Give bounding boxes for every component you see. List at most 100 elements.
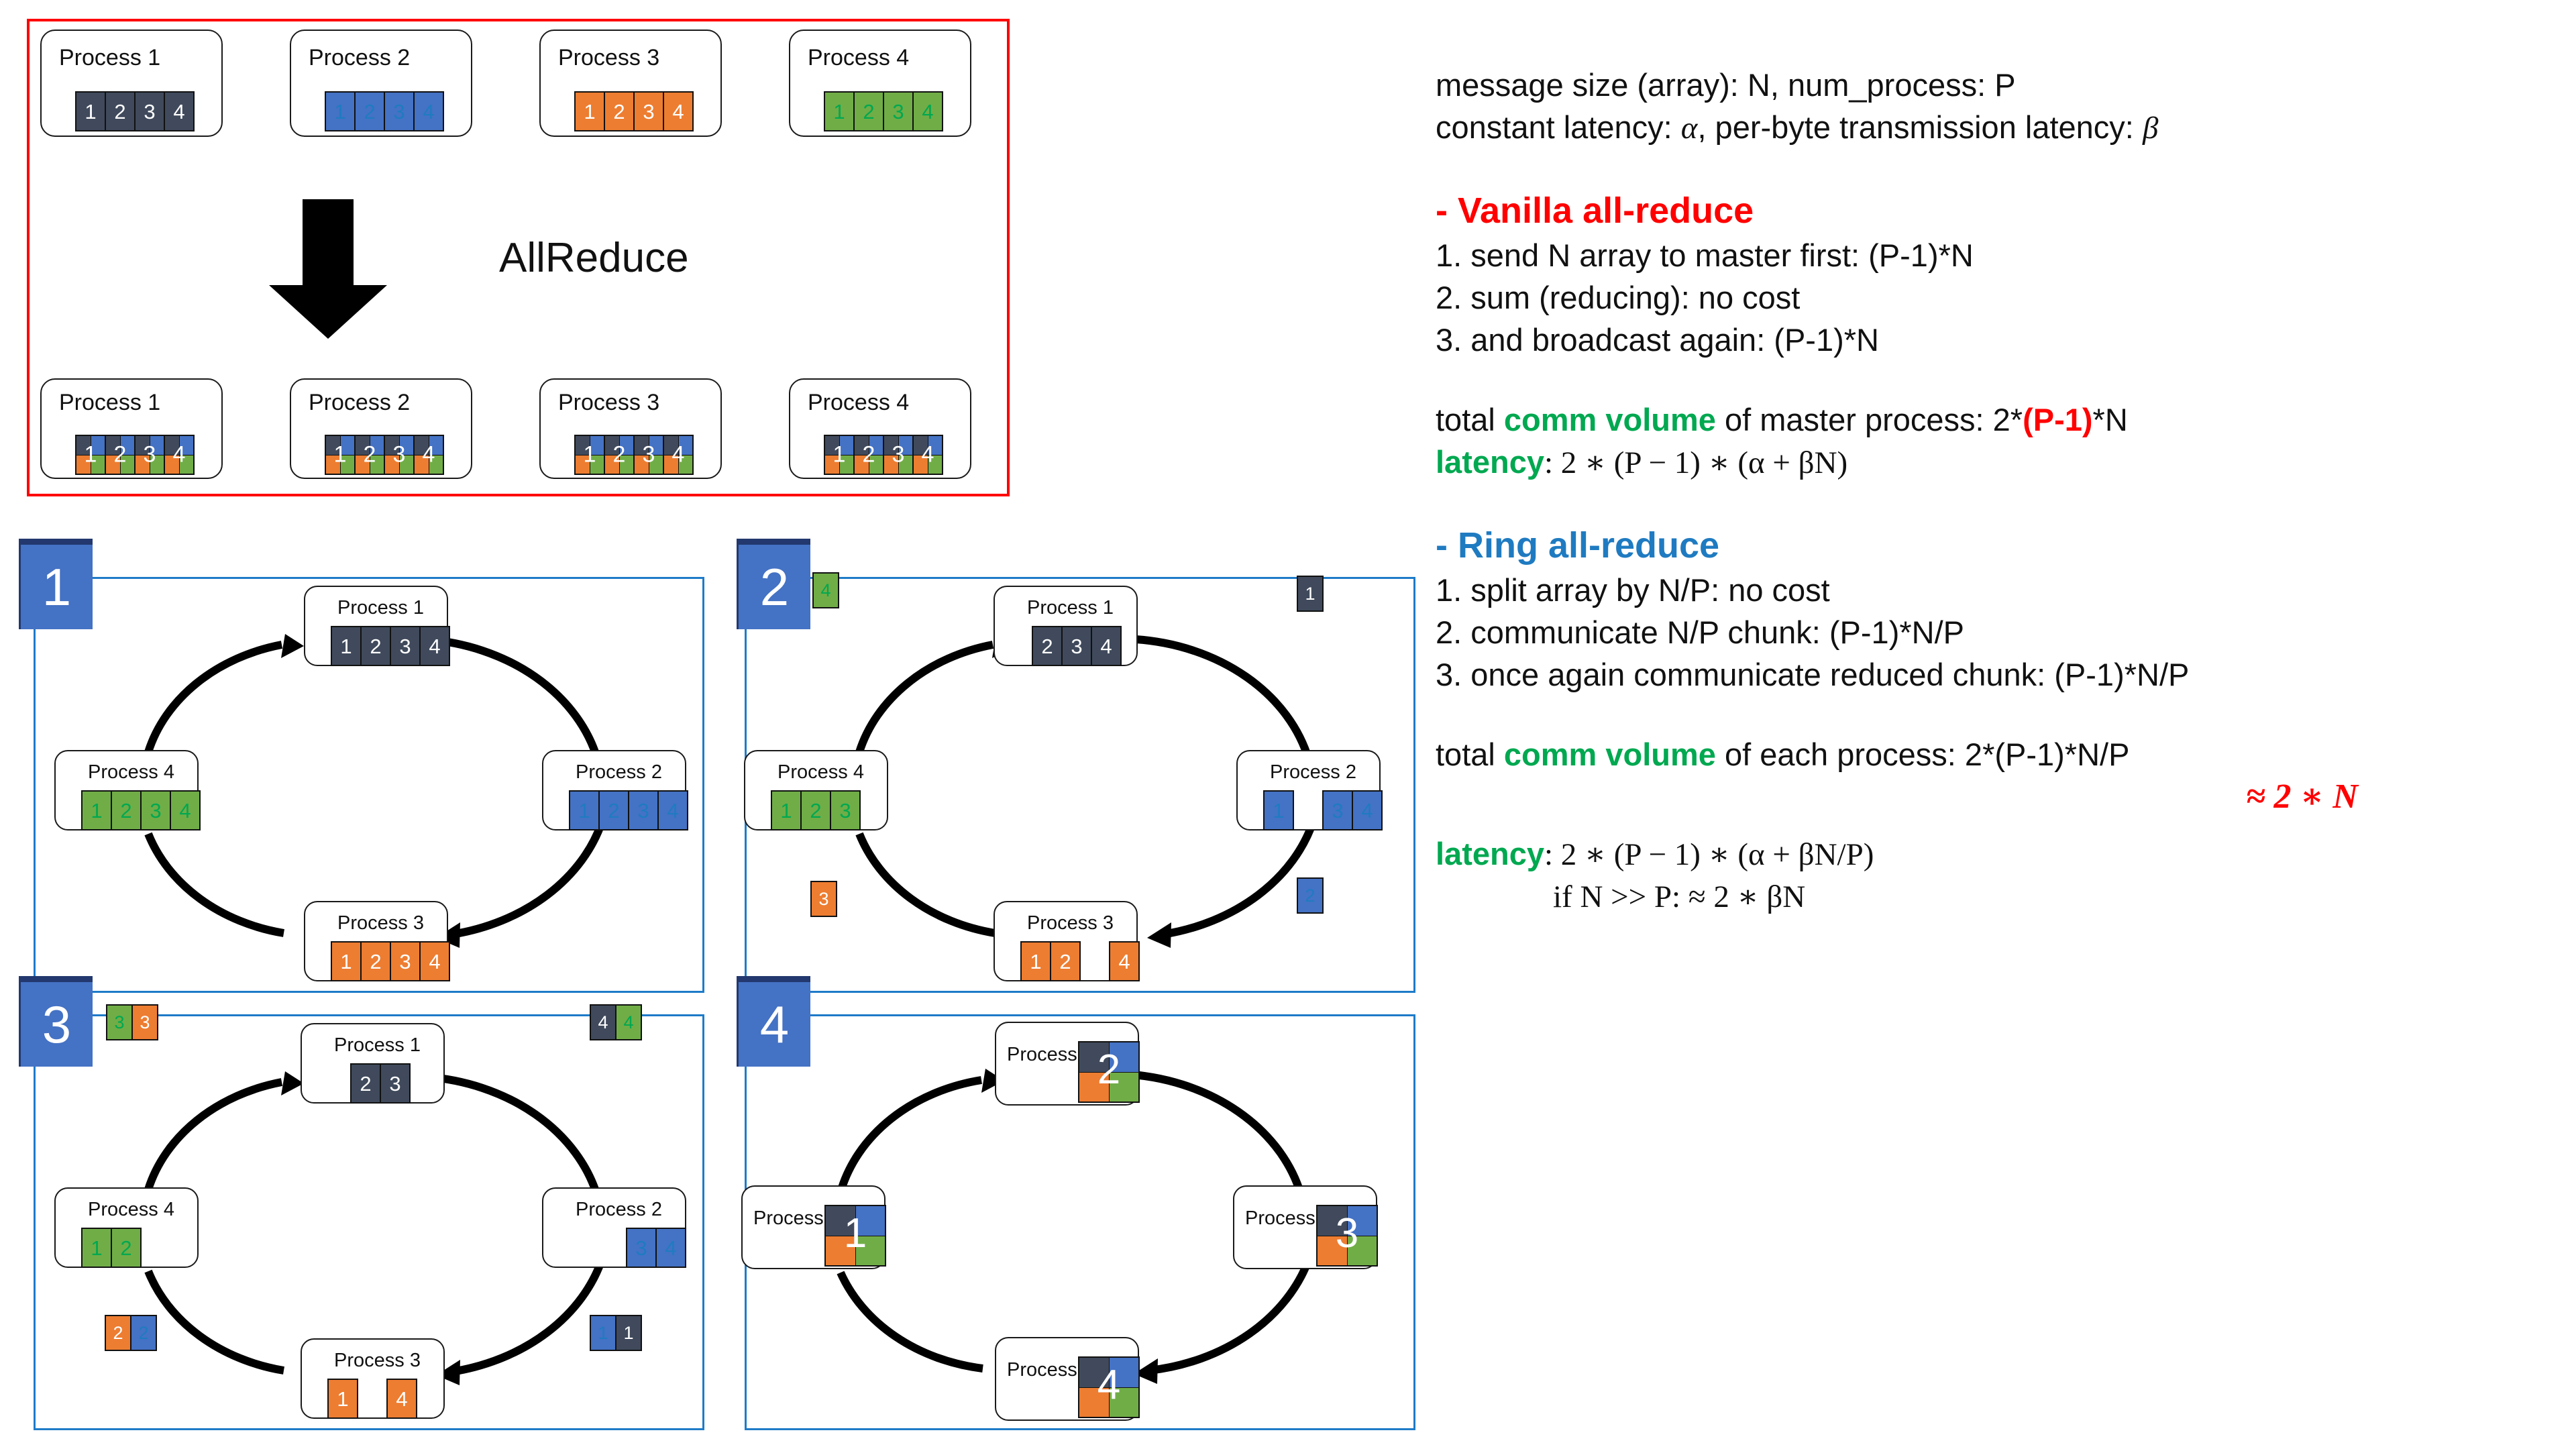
- volume-prefix: total: [1436, 737, 1504, 772]
- process-box-1: Process 1 2 3 4: [994, 586, 1138, 666]
- chunk-cell: 3: [810, 881, 837, 917]
- process-card: Process 4 1 2 3 4: [789, 378, 971, 479]
- chunk-cell: 1: [331, 626, 362, 666]
- in-flight-chunk-bottom-right: 2: [1297, 877, 1324, 914]
- volume-prefix: total: [1436, 402, 1504, 437]
- process-title: Process 2: [576, 761, 662, 783]
- chunk-cell: 1: [1263, 790, 1294, 830]
- process-box-3: Process 3 1 4: [301, 1338, 445, 1419]
- reduced-chunk-cell: 2: [853, 435, 884, 475]
- chunk-index: 2: [363, 441, 376, 468]
- reduced-chunk-cell: 3: [384, 435, 415, 475]
- chunk-cell: 4: [1091, 626, 1122, 666]
- chunk-index: 2: [862, 441, 875, 468]
- chunk-index: 1: [833, 441, 846, 468]
- chunk-cell: 3: [384, 91, 415, 131]
- chunk-cell: 2: [111, 790, 142, 830]
- chunk-cell: 3: [830, 790, 861, 830]
- ring-step-3: 3. once again communicate reduced chunk:…: [1436, 657, 2190, 692]
- process-title: Process 3: [337, 912, 424, 934]
- chunk-cell: 3: [1061, 626, 1092, 666]
- chunk-cell: 1: [569, 790, 600, 830]
- process-card: Process 2 1 2 3 4: [290, 30, 472, 137]
- process-title: Process 4: [808, 390, 910, 415]
- process-box-2: Process 2 1 2 3 4: [542, 750, 688, 830]
- chunk-cell: 1: [1020, 941, 1051, 981]
- reduced-chunk-cell: 2: [105, 435, 136, 475]
- process-card: Process 2 1 2 3 4: [290, 378, 472, 479]
- chunk-cell: 4: [655, 1228, 686, 1268]
- chunk-cell: 3: [633, 91, 664, 131]
- reduced-chunk-cell: 1: [824, 435, 855, 475]
- allreduce-diagram-frame: Process 1 1 2 3 4 Process 2 1 2 3 4 Proc…: [27, 19, 1010, 496]
- chunk-array: 3 4: [626, 1228, 686, 1268]
- ring-step-2: 2. communicate N/P chunk: (P-1)*N/P: [1436, 614, 1964, 650]
- chunk-cell: 3: [106, 1004, 133, 1040]
- reduced-block: 3: [1316, 1205, 1378, 1267]
- process-title: Process 1: [1027, 597, 1114, 619]
- reduced-block: 4: [1078, 1356, 1140, 1418]
- reduced-chunk-cell: 3: [883, 435, 914, 475]
- chunk-index: 3: [1335, 1210, 1359, 1256]
- chunk-array: 1 2 4: [1020, 941, 1140, 981]
- vanilla-step-1: 1. send N array to master first: (P-1)*N: [1436, 237, 1974, 273]
- chunk-cell: 4: [413, 91, 444, 131]
- process-box-4: Process 4 1 2 3: [744, 750, 888, 830]
- vanilla-heading: - Vanilla all-reduce: [1436, 191, 1754, 231]
- chunk-cell-empty: [1079, 941, 1110, 981]
- chunk-cell: 4: [663, 91, 694, 131]
- process-box-1: Process 1 2 3: [301, 1023, 445, 1104]
- chunk-cell: 4: [419, 626, 450, 666]
- chunk-cell: 1: [574, 91, 605, 131]
- in-flight-chunk-top-left: 3 3: [106, 1004, 158, 1040]
- chunk-cell: 2: [1032, 626, 1063, 666]
- chunk-index: 4: [172, 441, 186, 468]
- process-title: Process 3: [1027, 912, 1114, 934]
- beta-symbol: β: [2142, 111, 2159, 146]
- chunk-cell: 4: [912, 91, 943, 131]
- process-card: Process 1 1 2 3 4: [40, 30, 223, 137]
- process-title: Process 3: [334, 1350, 421, 1371]
- process-box-4: Process 4 1 2: [54, 1187, 199, 1268]
- chunk-index: 3: [892, 441, 905, 468]
- chunk-cell: 3: [380, 1063, 411, 1104]
- process-box-2: Process 2 3 4: [542, 1187, 686, 1268]
- reduced-chunk-cell: 3: [633, 435, 664, 475]
- chunk-index: 3: [392, 441, 406, 468]
- chunk-cell: 2: [1297, 877, 1324, 914]
- chunk-array: 1 3 4: [1263, 790, 1383, 830]
- ring-panel-4: Process 1 2 Process 2 3 Process 3 4 Proc…: [741, 1014, 1415, 1430]
- panel-badge-2: 2: [737, 539, 810, 629]
- alpha-symbol: α: [1680, 111, 1698, 146]
- in-flight-chunk-bottom-left: 2 2: [105, 1315, 157, 1351]
- volume-red-term: (P-1): [2023, 402, 2093, 437]
- latency-label: latency: [1436, 836, 1544, 871]
- chunk-index: 4: [422, 441, 435, 468]
- chunk-cell: 2: [130, 1315, 157, 1351]
- reduced-chunk-cell: 3: [134, 435, 165, 475]
- process-title: Process 2: [1270, 761, 1356, 783]
- chunk-array: 1 4: [327, 1379, 417, 1419]
- chunk-cell: 4: [419, 941, 450, 981]
- latency-formula: : 2 ∗ (P − 1) ∗ (α + βN/P): [1544, 837, 1874, 872]
- chunk-cell: 2: [360, 626, 391, 666]
- chunk-cell: 3: [390, 941, 421, 981]
- chunk-cell: 2: [111, 1228, 142, 1268]
- defs-prefix: constant latency:: [1436, 109, 1681, 145]
- process-title: Process 3: [558, 45, 660, 70]
- reduced-chunk-cell: 4: [164, 435, 195, 475]
- in-flight-chunk-top-left: 4: [812, 572, 839, 608]
- process-box-2: Process 2 1 3 4: [1236, 750, 1383, 830]
- definition-line-1: message size (array): N, num_process: P: [1436, 67, 2016, 103]
- process-box-1: Process 1 1 2 3 4: [304, 586, 450, 666]
- chunk-index: 2: [113, 441, 127, 468]
- chunk-array: 1 2 3 4: [331, 941, 450, 981]
- chunk-cell: 2: [604, 91, 635, 131]
- ring-panel-1: Process 1 1 2 3 4 Process 2 1 2 3 4 Proc…: [34, 577, 704, 993]
- ring-latency: latency: 2 ∗ (P − 1) ∗ (α + βN/P): [1436, 833, 2549, 876]
- reduced-chunk-array: 1 2 3 4: [325, 435, 444, 475]
- volume-suffix: *N: [2092, 402, 2128, 437]
- chunk-index: 2: [612, 441, 626, 468]
- in-flight-chunk-top-right: 1: [1297, 576, 1324, 612]
- chunk-cell: 1: [325, 91, 356, 131]
